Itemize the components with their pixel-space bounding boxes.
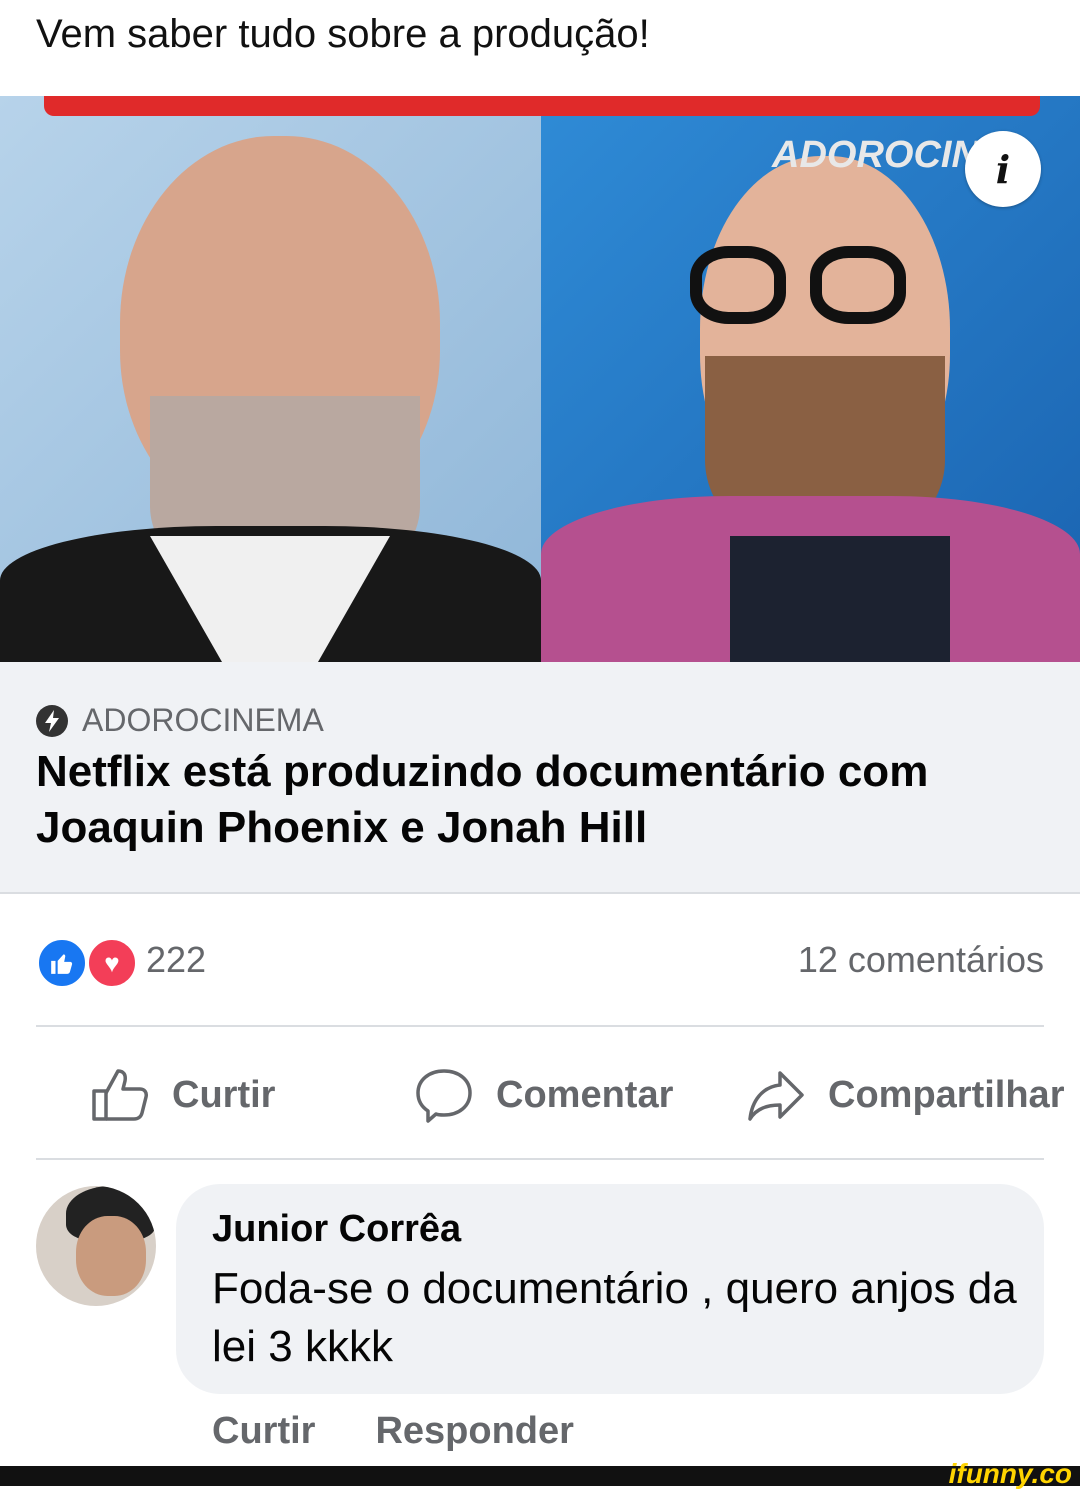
image-top-banner	[44, 96, 1040, 116]
like-reaction-icon[interactable]	[36, 937, 88, 989]
post-caption: Vem saber tudo sobre a produção!	[36, 12, 650, 56]
comment-bubble-icon	[416, 1069, 472, 1123]
info-icon[interactable]: i	[965, 131, 1041, 207]
like-label: Curtir	[172, 1073, 276, 1116]
comment-bubble: Junior Corrêa Foda-se o documentário , q…	[176, 1184, 1044, 1394]
love-reaction-icon[interactable]: ♥	[86, 937, 138, 989]
comments-count[interactable]: 12 comentários	[798, 939, 1044, 981]
divider	[36, 1025, 1044, 1027]
ifunny-watermark: ifunny.co	[948, 1458, 1072, 1489]
comment-reply-link[interactable]: Responder	[375, 1410, 573, 1453]
share-button[interactable]: Compartilhar	[746, 1060, 1064, 1130]
link-headline[interactable]: Netflix está produzindo documentário com…	[36, 744, 1036, 856]
comment-actions: Curtir Responder	[212, 1410, 574, 1453]
bolt-icon	[36, 704, 68, 737]
shirt-right	[730, 536, 950, 662]
comment-button[interactable]: Comentar	[414, 1060, 673, 1130]
share-arrow-icon	[748, 1071, 804, 1121]
glasses	[690, 246, 950, 336]
link-source-label: ADOROCINEMA	[82, 702, 324, 738]
photo-left	[0, 96, 541, 662]
comment-text: Foda-se o documentário , quero anjos da …	[212, 1264, 1017, 1371]
like-button[interactable]: Curtir	[90, 1060, 275, 1130]
image-watermark: ADOROCIN	[772, 134, 979, 176]
post-actions: Curtir Comentar Compartilhar	[0, 1060, 1080, 1130]
comment-label: Comentar	[496, 1073, 674, 1116]
comment-author[interactable]: Junior Corrêa	[212, 1208, 461, 1251]
divider	[36, 1158, 1044, 1160]
thumbs-up-icon	[92, 1069, 148, 1121]
reaction-stats: ♥ 222 12 comentários	[36, 935, 1044, 989]
footer-bar	[0, 1466, 1080, 1486]
link-source: ADOROCINEMA	[36, 702, 324, 739]
share-label: Compartilhar	[828, 1073, 1065, 1116]
comment-like-link[interactable]: Curtir	[212, 1410, 315, 1453]
avatar[interactable]	[36, 1186, 156, 1306]
link-preview[interactable]: ADOROCINEMA Netflix está produzindo docu…	[0, 662, 1080, 894]
post-image[interactable]: ADOROCIN i	[0, 96, 1080, 662]
reaction-count[interactable]: 222	[146, 939, 206, 981]
